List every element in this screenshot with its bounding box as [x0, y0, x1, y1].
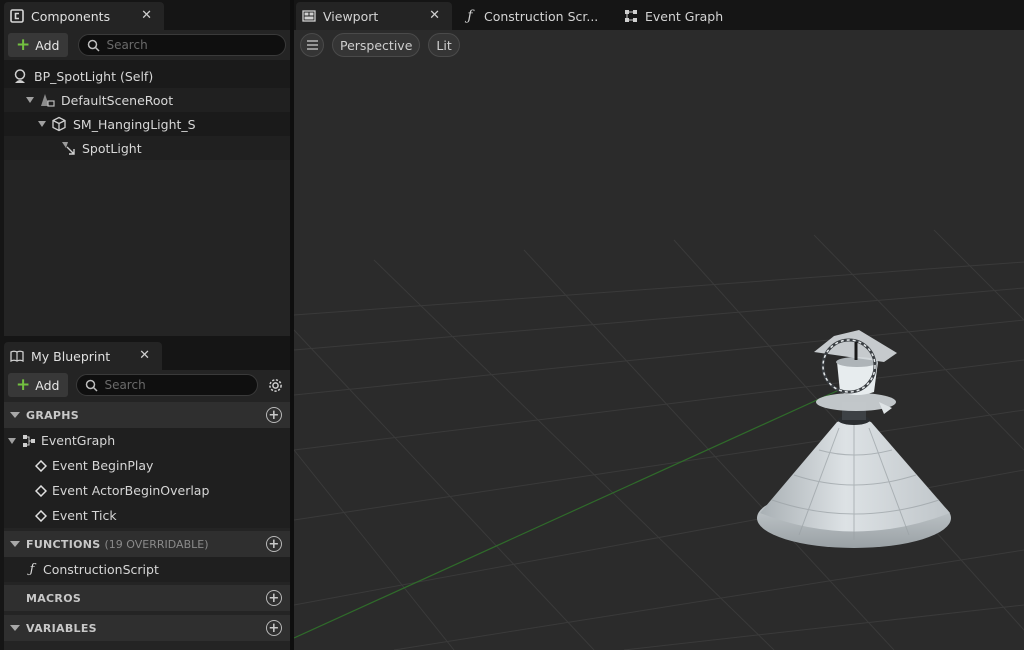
components-search-input[interactable]: [106, 38, 257, 52]
tree-item-default-scene-root[interactable]: DefaultSceneRoot: [4, 88, 290, 112]
components-tabbar: Components ✕: [0, 0, 292, 30]
close-icon[interactable]: ✕: [429, 8, 440, 23]
components-panel: + Add BP_SpotLight (Self) DefaultScene: [4, 30, 290, 336]
search-icon: [86, 379, 98, 392]
chevron-down-icon[interactable]: [8, 437, 16, 444]
close-icon[interactable]: ✕: [141, 8, 152, 23]
event-item-begin-play-label: Event BeginPlay: [52, 458, 154, 473]
book-icon: [10, 349, 24, 363]
hamburger-menu-icon[interactable]: [300, 33, 324, 57]
my-blueprint-toolbar: + Add: [4, 370, 290, 400]
gear-icon[interactable]: [264, 374, 286, 396]
tab-construction-script[interactable]: ƒ Construction Scr...: [457, 2, 617, 30]
viewport-scene: [294, 229, 1024, 650]
tab-construction-script-label: Construction Scr...: [484, 8, 599, 24]
world-axis-x: [294, 389, 840, 639]
tab-event-graph-label: Event Graph: [645, 8, 724, 24]
add-function-icon[interactable]: +: [266, 536, 282, 552]
search-icon: [88, 39, 100, 52]
chevron-down-icon[interactable]: [10, 412, 20, 418]
components-tree: BP_SpotLight (Self) DefaultSceneRoot SM_…: [4, 60, 290, 160]
close-icon[interactable]: ✕: [139, 348, 150, 363]
event-item-tick[interactable]: Event Tick: [4, 503, 290, 528]
chevron-down-icon[interactable]: [38, 121, 46, 127]
my-blueprint-panel: + Add GRAPHS + EventGraph: [4, 370, 290, 650]
static-mesh-icon: [51, 116, 67, 132]
section-variables-label: VARIABLES: [26, 621, 97, 635]
graph-item-event-graph-label: EventGraph: [41, 433, 116, 448]
tree-item-hanging-light-label: SM_HangingLight_S: [73, 116, 196, 132]
event-item-actor-begin-overlap[interactable]: Event ActorBeginOverlap: [4, 478, 290, 503]
section-graphs-label: GRAPHS: [26, 408, 80, 422]
add-blueprint-item-button[interactable]: + Add: [8, 373, 69, 397]
plus-icon: +: [16, 374, 31, 395]
tree-item-spotlight-label: SpotLight: [82, 140, 142, 156]
add-variable-icon[interactable]: +: [266, 620, 282, 636]
hanging-light-mesh: [757, 330, 951, 548]
actor-icon: [12, 68, 28, 84]
tree-item-self[interactable]: BP_SpotLight (Self): [4, 64, 290, 88]
plus-icon: +: [16, 34, 31, 55]
tab-viewport-label: Viewport: [323, 8, 379, 24]
add-component-button[interactable]: + Add: [8, 33, 69, 57]
viewport-canvas[interactable]: Perspective Lit: [294, 30, 1024, 650]
event-item-tick-label: Event Tick: [52, 508, 117, 523]
section-macros[interactable]: MACROS +: [4, 585, 290, 611]
tree-item-hanging-light[interactable]: SM_HangingLight_S: [4, 112, 290, 136]
event-item-actor-begin-overlap-label: Event ActorBeginOverlap: [52, 483, 210, 498]
document-tabbar: Viewport ✕ ƒ Construction Scr... Event G…: [294, 0, 1024, 30]
tab-my-blueprint-label: My Blueprint: [31, 348, 111, 364]
graph-icon: [21, 433, 37, 449]
tab-components-label: Components: [31, 8, 111, 24]
editor-area: Viewport ✕ ƒ Construction Scr... Event G…: [294, 0, 1024, 650]
graph-icon: [624, 9, 638, 23]
section-functions[interactable]: FUNCTIONS (19 OVERRIDABLE) +: [4, 531, 290, 557]
components-search[interactable]: [78, 34, 286, 56]
my-blueprint-search[interactable]: [76, 374, 258, 396]
section-macros-label: MACROS: [26, 591, 82, 605]
scene-root-icon: [39, 92, 55, 108]
components-toolbar: + Add: [4, 30, 290, 60]
add-graph-icon[interactable]: +: [266, 407, 282, 423]
function-icon: ƒ: [467, 8, 473, 24]
left-column: Components ✕ + Add BP_SpotLight (Self): [0, 0, 292, 650]
add-component-label: Add: [35, 37, 60, 53]
section-functions-label: FUNCTIONS: [26, 537, 101, 551]
chevron-down-icon[interactable]: [10, 541, 20, 547]
chevron-down-icon[interactable]: [26, 97, 34, 103]
tree-item-spotlight[interactable]: SpotLight: [4, 136, 290, 160]
event-icon: [34, 484, 48, 498]
tree-item-self-label: BP_SpotLight (Self): [34, 68, 154, 84]
components-icon: [10, 9, 24, 23]
graph-item-event-graph[interactable]: EventGraph: [4, 428, 290, 453]
lit-button[interactable]: Lit: [428, 33, 460, 57]
tree-item-default-scene-root-label: DefaultSceneRoot: [61, 92, 174, 108]
grid-floor: [294, 229, 1024, 650]
my-blueprint-tabbar: My Blueprint ✕: [0, 340, 290, 370]
add-macro-icon[interactable]: +: [266, 590, 282, 606]
event-icon: [34, 509, 48, 523]
viewport-icon: [302, 9, 316, 23]
my-blueprint-search-input[interactable]: [104, 378, 255, 392]
function-item-construction-script[interactable]: ƒ ConstructionScript: [4, 557, 290, 582]
add-blueprint-item-label: Add: [35, 377, 60, 393]
function-icon: ƒ: [29, 562, 35, 577]
event-icon: [34, 459, 48, 473]
function-item-construction-script-label: ConstructionScript: [43, 562, 159, 577]
section-graphs[interactable]: GRAPHS +: [4, 402, 290, 428]
section-functions-sub: (19 OVERRIDABLE): [104, 537, 209, 551]
perspective-button[interactable]: Perspective: [332, 33, 421, 57]
chevron-down-icon[interactable]: [10, 625, 20, 631]
tab-my-blueprint[interactable]: My Blueprint ✕: [4, 342, 162, 370]
event-item-begin-play[interactable]: Event BeginPlay: [4, 453, 290, 478]
section-variables[interactable]: VARIABLES +: [4, 615, 290, 641]
tab-viewport[interactable]: Viewport ✕: [296, 2, 452, 30]
tab-components[interactable]: Components ✕: [4, 2, 164, 30]
spotlight-icon: [60, 140, 76, 156]
tab-event-graph[interactable]: Event Graph: [618, 2, 748, 30]
viewport-toolbar: Perspective Lit: [300, 33, 460, 57]
